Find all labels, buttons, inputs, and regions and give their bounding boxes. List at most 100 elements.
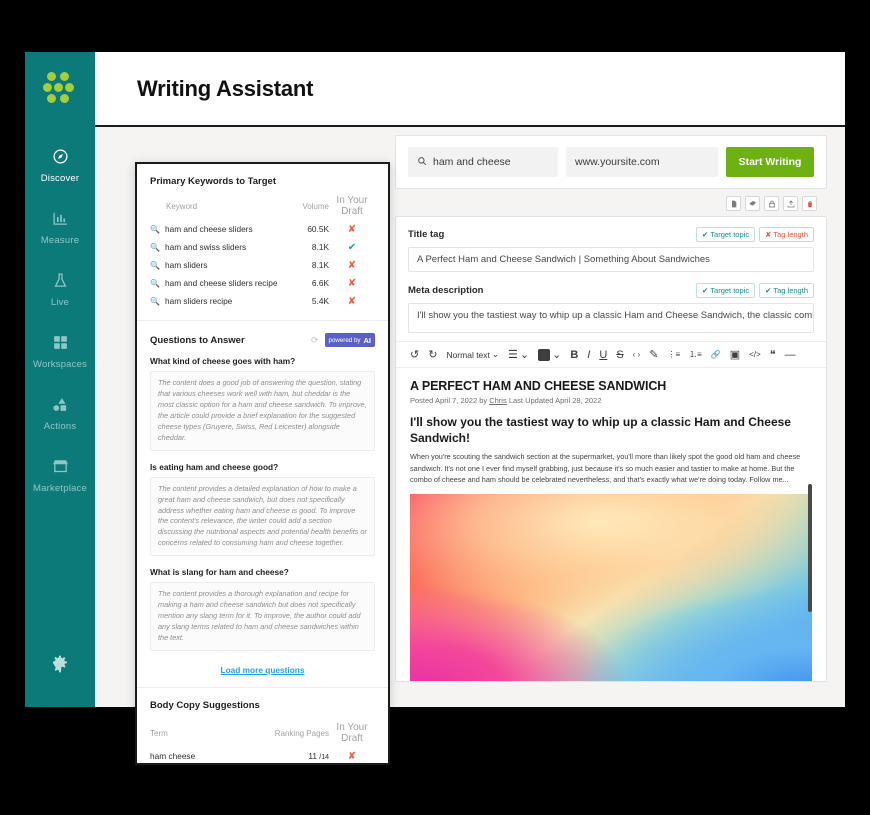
question-answer: The content does a good job of answering… bbox=[150, 371, 375, 451]
inline-code-icon[interactable]: ‹ › bbox=[633, 350, 641, 359]
gear-icon[interactable] bbox=[50, 654, 70, 679]
question-answer: The content provides a detailed explanat… bbox=[150, 476, 375, 557]
app-header: Writing Assistant bbox=[95, 52, 845, 127]
ranking-value: 11 bbox=[308, 751, 317, 762]
cross-icon: ✘ bbox=[347, 259, 357, 271]
document-icon[interactable] bbox=[726, 196, 741, 211]
table-row[interactable]: 🔍 ham and cheese sliders 60.5K ✘ bbox=[150, 220, 375, 238]
italic-icon[interactable]: I bbox=[587, 349, 590, 361]
quote-icon[interactable]: ❝ bbox=[770, 348, 776, 361]
search-input[interactable]: ham and cheese bbox=[408, 147, 558, 177]
search-icon: 🔍 bbox=[150, 260, 160, 270]
body-copy-title: Body Copy Suggestions bbox=[150, 699, 260, 711]
title-tag-pills: ✔ Target topic ✘ Tag length bbox=[696, 227, 814, 242]
question-title: Is eating ham and cheese good? bbox=[150, 461, 279, 472]
search-icon: 🔍 bbox=[150, 224, 160, 234]
status-badge-tag-length[interactable]: ✔ Tag length bbox=[759, 283, 814, 298]
start-writing-button[interactable]: Start Writing bbox=[726, 147, 814, 177]
text-color-dropdown[interactable]: ⌄ bbox=[538, 348, 561, 361]
status-badge-target-topic[interactable]: ✔ Target topic bbox=[696, 283, 756, 298]
table-row[interactable]: ham cheese 11 /14 ✘ bbox=[150, 747, 375, 763]
table-row[interactable]: 🔍 ham sliders recipe 5.4K ✘ bbox=[150, 292, 375, 310]
chevron-down-icon: ⌄ bbox=[519, 349, 530, 361]
sidebar-item-label: Live bbox=[50, 297, 70, 308]
document-body[interactable]: A PERFECT HAM AND CHEESE SANDWICH Posted… bbox=[408, 368, 814, 681]
sidebar-item-marketplace[interactable]: Marketplace bbox=[25, 444, 95, 506]
cross-icon: ✘ bbox=[347, 223, 357, 235]
search-icon: 🔍 bbox=[150, 296, 160, 306]
color-swatch-icon bbox=[538, 348, 551, 361]
question-answer: The content provides a thorough explanat… bbox=[150, 582, 375, 651]
cross-icon: ✘ bbox=[347, 750, 357, 762]
pill-label: Target topic bbox=[710, 286, 750, 295]
status-badge-tag-length[interactable]: ✘ Tag length bbox=[759, 227, 814, 242]
gradient-hero-image bbox=[410, 494, 812, 681]
sidebar-item-label: Actions bbox=[43, 421, 77, 432]
text-style-dropdown[interactable]: Normal text ⌄ bbox=[446, 349, 499, 360]
load-more-questions-link[interactable]: Load more questions bbox=[150, 662, 375, 677]
undo-icon[interactable]: ↺ bbox=[410, 348, 419, 361]
screenshot-stage: Discover Measure Live Workspaces Actions… bbox=[0, 0, 870, 815]
sidebar-item-workspaces[interactable]: Workspaces bbox=[25, 320, 95, 382]
sidebar-item-live[interactable]: Live bbox=[25, 258, 95, 320]
column-ranking-pages: Ranking Pages bbox=[274, 728, 329, 738]
align-dropdown[interactable]: ☰ ⌄ bbox=[508, 348, 529, 361]
text-style-value: Normal text bbox=[446, 349, 490, 360]
strikethrough-icon[interactable]: S bbox=[616, 349, 623, 361]
sidebar-item-label: Discover bbox=[40, 173, 80, 184]
code-block-icon[interactable]: </> bbox=[749, 350, 761, 359]
powered-by-ai-badge[interactable]: powered by AI bbox=[324, 333, 375, 347]
table-row[interactable]: 🔍 ham and cheese sliders recipe 6.6K ✘ bbox=[150, 274, 375, 292]
title-tag-label: Title tag bbox=[408, 229, 445, 240]
column-in-draft: In Your Draft bbox=[336, 195, 368, 217]
image-icon[interactable]: ▣ bbox=[730, 348, 740, 361]
right-column: ham and cheese www.yoursite.com Start Wr… bbox=[395, 135, 827, 682]
export-icon[interactable] bbox=[783, 196, 798, 211]
search-icon bbox=[417, 156, 427, 169]
redo-icon[interactable]: ↻ bbox=[428, 348, 437, 361]
byline-author: Chris bbox=[489, 396, 507, 405]
status-badge-target-topic[interactable]: ✔ Target topic bbox=[696, 227, 756, 242]
ranking-total: /14 bbox=[319, 754, 329, 762]
editor-toolbar: ↺ ↻ Normal text ⌄ ☰ ⌄ ⌄ B I U S ‹ › ✎ ⋮≡… bbox=[396, 341, 826, 368]
editor-scrollbar[interactable] bbox=[808, 484, 812, 612]
link-icon[interactable]: 🔗 bbox=[711, 350, 721, 359]
sidebar-item-measure[interactable]: Measure bbox=[25, 196, 95, 258]
table-row[interactable]: 🔍 ham sliders 8.1K ✘ bbox=[150, 256, 375, 274]
grid-icon bbox=[25, 332, 95, 354]
byline-suffix: Last Updated April 28, 2022 bbox=[506, 396, 602, 405]
tag-icon[interactable] bbox=[745, 196, 760, 211]
meta-description-label: Meta description bbox=[408, 285, 484, 296]
lock-icon[interactable] bbox=[764, 196, 779, 211]
questions-header: Questions to Answer ⟳ powered by AI bbox=[150, 333, 375, 347]
pill-label: Target topic bbox=[710, 230, 750, 239]
check-icon: ✔ bbox=[765, 286, 772, 295]
meta-description-input[interactable]: I'll show you the tastiest way to whip u… bbox=[408, 303, 814, 333]
flask-icon bbox=[25, 270, 95, 292]
trash-icon[interactable] bbox=[802, 196, 817, 211]
underline-icon[interactable]: U bbox=[599, 349, 607, 361]
body-copy-term: ham cheese bbox=[150, 751, 196, 762]
bold-icon[interactable]: B bbox=[570, 349, 578, 361]
sidebar: Discover Measure Live Workspaces Actions… bbox=[25, 52, 95, 707]
question-title: What is slang for ham and cheese? bbox=[150, 567, 289, 578]
search-input-value: ham and cheese bbox=[433, 156, 511, 168]
sidebar-nav: Discover Measure Live Workspaces Actions… bbox=[25, 134, 95, 506]
title-tag-input[interactable]: A Perfect Ham and Cheese Sandwich | Some… bbox=[408, 247, 814, 272]
table-row[interactable]: 🔍 ham and swiss sliders 8.1K ✔ bbox=[150, 238, 375, 256]
cross-icon: ✘ bbox=[347, 277, 357, 289]
numbered-list-icon[interactable]: ⒈≡ bbox=[689, 349, 702, 360]
bullet-list-icon[interactable]: ⋮≡ bbox=[667, 350, 680, 359]
highlight-icon[interactable]: ✎ bbox=[649, 348, 658, 361]
sidebar-item-label: Marketplace bbox=[33, 483, 87, 494]
align-icon: ☰ bbox=[508, 349, 518, 361]
sidebar-item-actions[interactable]: Actions bbox=[25, 382, 95, 444]
questions-card: Questions to Answer ⟳ powered by AI What… bbox=[137, 321, 388, 688]
refresh-icon[interactable]: ⟳ bbox=[311, 335, 319, 346]
keyword-term: ham and cheese sliders recipe bbox=[164, 278, 278, 288]
logo-dots[interactable] bbox=[40, 70, 80, 110]
divider-icon[interactable]: — bbox=[785, 349, 796, 361]
sidebar-item-discover[interactable]: Discover bbox=[25, 134, 95, 196]
site-url-input[interactable]: www.yoursite.com bbox=[566, 147, 718, 177]
body-copy-card: Body Copy Suggestions Term Ranking Pages… bbox=[137, 688, 388, 763]
